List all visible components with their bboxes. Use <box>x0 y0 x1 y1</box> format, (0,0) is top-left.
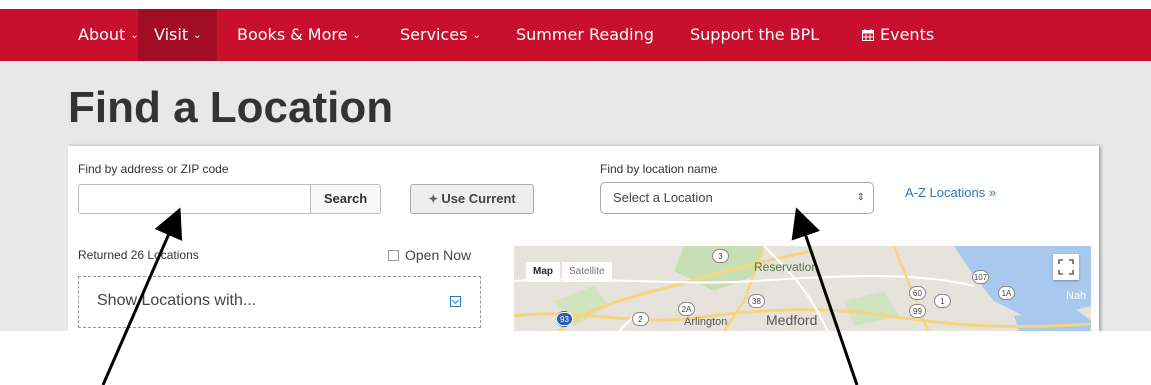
annotation-arrows <box>101 207 859 385</box>
arrow-to-location-select <box>791 207 859 385</box>
arrow-to-address-input <box>101 207 183 385</box>
